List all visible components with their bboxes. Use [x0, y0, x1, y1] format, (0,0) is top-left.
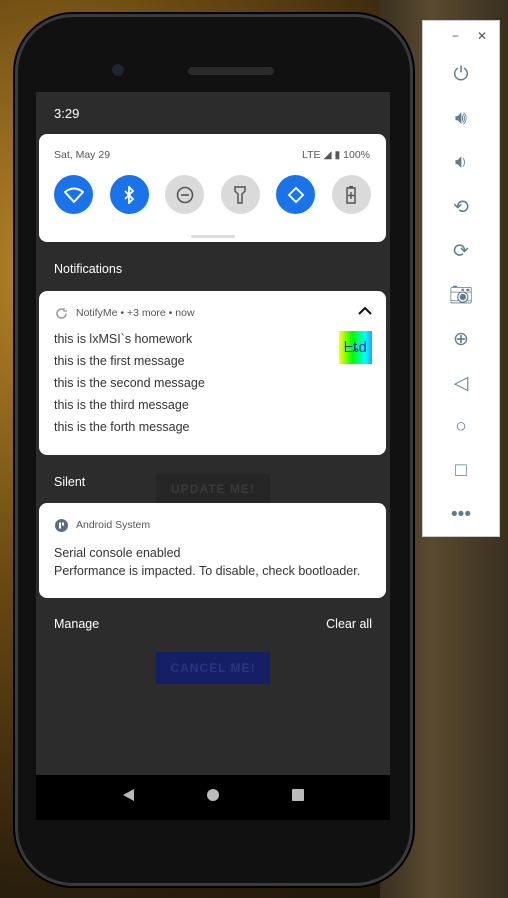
navigation-bar	[36, 775, 390, 820]
battery-icon: ▮	[334, 149, 341, 161]
clear-all-button[interactable]: Clear all	[326, 617, 372, 631]
do-not-disturb-icon[interactable]	[165, 175, 204, 214]
front-camera	[112, 64, 124, 76]
battery-level: 100%	[343, 149, 370, 161]
update-me-button: UPDATE ME!	[156, 474, 270, 504]
notification-title: Serial console enabled	[54, 546, 181, 560]
battery-saver-icon[interactable]	[331, 175, 371, 214]
recents-icon[interactable]	[291, 788, 305, 807]
android-system-icon	[54, 518, 68, 532]
status-icons: LTE ◢ ▮ 100%	[302, 149, 370, 161]
notifyme-notification[interactable]: NotifyMe • +3 more • now ᖶȶd this is lxM…	[39, 291, 386, 455]
volume-down-icon[interactable]: 🔉︎	[423, 141, 499, 185]
rotate-left-icon[interactable]: ⟲	[423, 185, 499, 229]
signal-icon: ◢	[323, 149, 332, 161]
large-icon-image: ᖶȶd	[339, 331, 372, 364]
message-line: this is the third message	[54, 398, 189, 412]
back-icon[interactable]	[121, 788, 135, 807]
notification-body: Performance is impacted. To disable, che…	[54, 564, 361, 578]
camera-icon[interactable]: 📷︎	[423, 273, 499, 317]
more-icon[interactable]: •••	[423, 493, 499, 537]
notification-shade: 3:29 Sat, May 29 LTE ◢ ▮ 100% Notificati…	[36, 92, 390, 820]
close-icon[interactable]: ✕	[477, 29, 487, 53]
speaker	[188, 67, 274, 75]
overview-icon[interactable]: □	[423, 449, 499, 493]
rotate-right-icon[interactable]: ⟳	[423, 229, 499, 273]
bluetooth-icon[interactable]	[109, 175, 149, 214]
app-name: Android System	[76, 519, 151, 531]
back-icon[interactable]: ◁	[423, 361, 499, 405]
android-system-notification[interactable]: Android System Serial console enabled Pe…	[39, 503, 386, 598]
home-icon[interactable]	[206, 788, 220, 807]
message-line: this is the second message	[54, 376, 205, 390]
volume-up-icon[interactable]: 🔊︎	[423, 97, 499, 141]
notifications-header: Notifications	[54, 262, 123, 276]
collapse-chevron-icon[interactable]	[358, 303, 372, 321]
manage-button[interactable]: Manage	[54, 617, 99, 631]
status-time: 3:29	[54, 106, 80, 121]
emulator-toolbar: − ✕ ⏻ 🔊︎ 🔉︎ ⟲ ⟳ 📷︎ ⊕ ◁ ○ □ •••	[422, 20, 500, 537]
date: Sat, May 29	[54, 149, 111, 161]
cancel-me-button: CANCEL ME!	[156, 652, 270, 684]
minimize-icon[interactable]: −	[452, 29, 459, 53]
message-line: this is the forth message	[54, 420, 190, 434]
drag-handle[interactable]	[191, 235, 235, 238]
message-line: this is lxMSI`s homework	[54, 332, 193, 346]
app-name: NotifyMe	[76, 307, 118, 319]
network-type: LTE	[302, 149, 321, 161]
message-line: this is the first message	[54, 354, 185, 368]
zoom-icon[interactable]: ⊕	[423, 317, 499, 361]
quick-settings-panel: Sat, May 29 LTE ◢ ▮ 100%	[39, 134, 386, 242]
flashlight-icon[interactable]	[220, 175, 260, 214]
power-icon[interactable]: ⏻	[423, 53, 499, 97]
more-count: +3 more	[126, 307, 166, 319]
home-icon[interactable]: ○	[423, 405, 499, 449]
auto-rotate-icon[interactable]	[276, 175, 315, 214]
wifi-icon[interactable]	[54, 175, 93, 214]
time: now	[175, 307, 195, 319]
silent-header: Silent	[54, 475, 86, 489]
app-icon	[54, 306, 68, 320]
